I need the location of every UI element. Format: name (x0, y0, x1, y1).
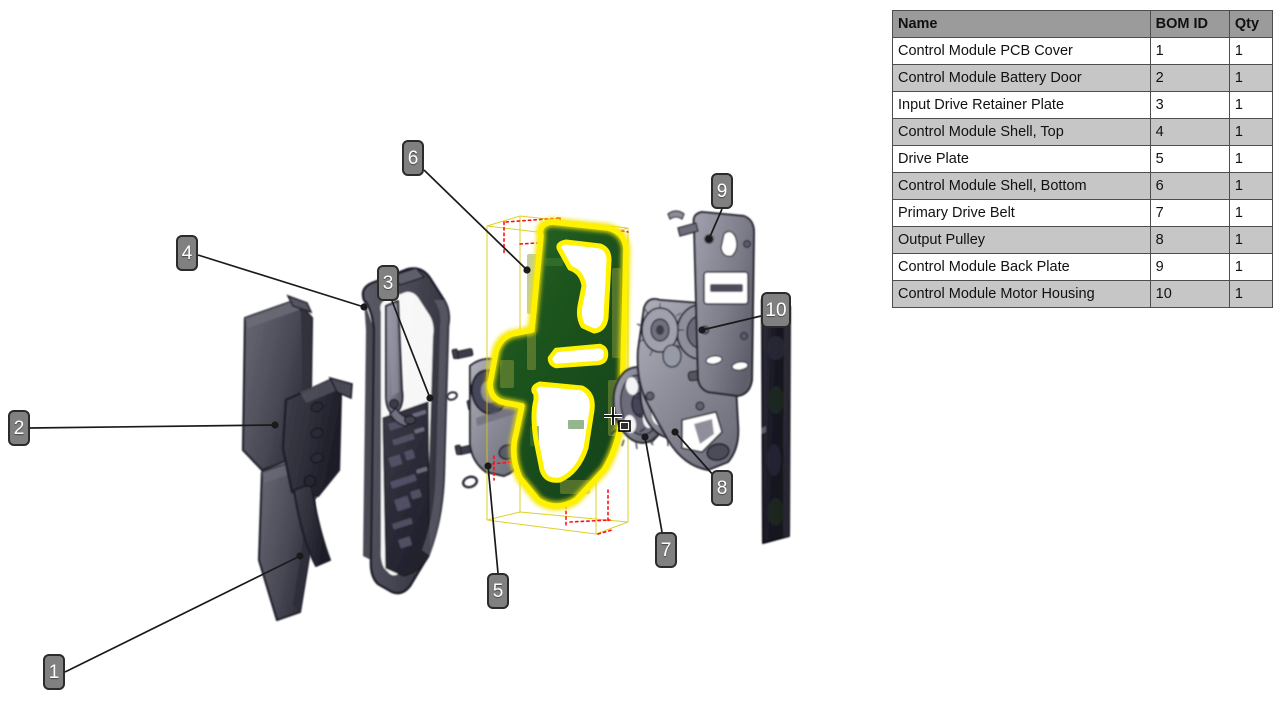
bom-row[interactable]: Control Module Shell, Bottom 6 1 (892, 172, 1274, 200)
bom-cell-name: Control Module Shell, Bottom (892, 172, 1151, 200)
bom-table[interactable]: Name BOM ID Qty Control Module PCB Cover… (892, 10, 1274, 308)
bom-header-row: Name BOM ID Qty (892, 10, 1274, 38)
leader-endpoint-8 (671, 428, 679, 436)
leader-line-7 (644, 436, 663, 533)
bom-cell-bom-id: 7 (1149, 199, 1230, 227)
callout-balloon-3[interactable]: 3 (377, 265, 399, 301)
bom-cell-name: Output Pulley (892, 226, 1151, 254)
leader-endpoint-1 (296, 552, 304, 560)
bom-row[interactable]: Control Module Motor Housing 10 1 (892, 280, 1274, 308)
bom-cell-qty: 1 (1228, 280, 1274, 308)
leader-line-1 (64, 555, 301, 673)
bom-cell-bom-id: 4 (1149, 118, 1230, 146)
callout-balloon-6[interactable]: 6 (402, 140, 424, 176)
bom-cell-name: Primary Drive Belt (892, 199, 1151, 227)
callout-balloon-2[interactable]: 2 (8, 410, 30, 446)
callout-balloon-10[interactable]: 10 (761, 292, 791, 328)
bom-cell-name: Drive Plate (892, 145, 1151, 173)
bom-cell-qty: 1 (1228, 145, 1274, 173)
callout-balloon-5[interactable]: 5 (487, 573, 509, 609)
leader-line-2 (29, 424, 276, 429)
bom-cell-qty: 1 (1228, 91, 1274, 119)
bom-cell-qty: 1 (1228, 253, 1274, 281)
cad-viewport[interactable]: 1 2 3 4 5 6 7 8 9 10 (0, 0, 880, 720)
bom-cell-qty: 1 (1228, 226, 1274, 254)
bom-cell-name: Control Module Motor Housing (892, 280, 1151, 308)
leader-line-6 (423, 169, 528, 271)
leader-endpoint-10 (698, 326, 706, 334)
leader-endpoint-7 (641, 433, 649, 441)
bom-cell-qty: 1 (1228, 172, 1274, 200)
leader-endpoint-5 (484, 462, 492, 470)
callout-balloon-1[interactable]: 1 (43, 654, 65, 690)
bom-row[interactable]: Control Module Back Plate 9 1 (892, 253, 1274, 281)
bom-row[interactable]: Control Module Battery Door 2 1 (892, 64, 1274, 92)
bom-cell-name: Input Drive Retainer Plate (892, 91, 1151, 119)
bom-cell-bom-id: 2 (1149, 64, 1230, 92)
exploded-assembly-graphic[interactable] (0, 0, 880, 720)
leader-endpoint-4 (360, 303, 368, 311)
leader-endpoint-6 (523, 266, 531, 274)
bom-cell-name: Control Module PCB Cover (892, 37, 1151, 65)
leader-endpoint-2 (271, 421, 279, 429)
bom-cell-qty: 1 (1228, 199, 1274, 227)
callout-balloon-4[interactable]: 4 (176, 235, 198, 271)
bom-cell-bom-id: 10 (1149, 280, 1230, 308)
bom-row[interactable]: Control Module Shell, Top 4 1 (892, 118, 1274, 146)
bom-cell-bom-id: 5 (1149, 145, 1230, 173)
bom-cell-name: Control Module Shell, Top (892, 118, 1151, 146)
callout-balloon-8[interactable]: 8 (711, 470, 733, 506)
bom-cell-bom-id: 3 (1149, 91, 1230, 119)
callout-balloon-9[interactable]: 9 (711, 173, 733, 209)
leader-endpoint-3 (426, 394, 434, 402)
bill-of-materials[interactable]: Name BOM ID Qty Control Module PCB Cover… (892, 10, 1274, 308)
part-shell-edge-on[interactable] (761, 299, 791, 544)
bom-cell-qty: 1 (1228, 64, 1274, 92)
bom-cell-bom-id: 8 (1149, 226, 1230, 254)
bom-cell-bom-id: 9 (1149, 253, 1230, 281)
bom-row[interactable]: Output Pulley 8 1 (892, 226, 1274, 254)
bom-cell-name: Control Module Back Plate (892, 253, 1151, 281)
bom-header-bom-id[interactable]: BOM ID (1149, 10, 1230, 38)
bom-header-qty[interactable]: Qty (1228, 10, 1274, 38)
bom-cell-qty: 1 (1228, 37, 1274, 65)
bom-header-name[interactable]: Name (892, 10, 1151, 38)
bom-cell-name: Control Module Battery Door (892, 64, 1151, 92)
leader-line-4 (197, 254, 365, 308)
bom-row[interactable]: Input Drive Retainer Plate 3 1 (892, 91, 1274, 119)
bom-row[interactable]: Primary Drive Belt 7 1 (892, 199, 1274, 227)
bom-cell-qty: 1 (1228, 118, 1274, 146)
bom-row[interactable]: Control Module PCB Cover 1 1 (892, 37, 1274, 65)
leader-endpoint-9 (705, 235, 713, 243)
bom-cell-bom-id: 1 (1149, 37, 1230, 65)
bom-row[interactable]: Drive Plate 5 1 (892, 145, 1274, 173)
part-control-module-shell-top[interactable] (361, 267, 451, 595)
bom-cell-bom-id: 6 (1149, 172, 1230, 200)
callout-balloon-7[interactable]: 7 (655, 532, 677, 568)
